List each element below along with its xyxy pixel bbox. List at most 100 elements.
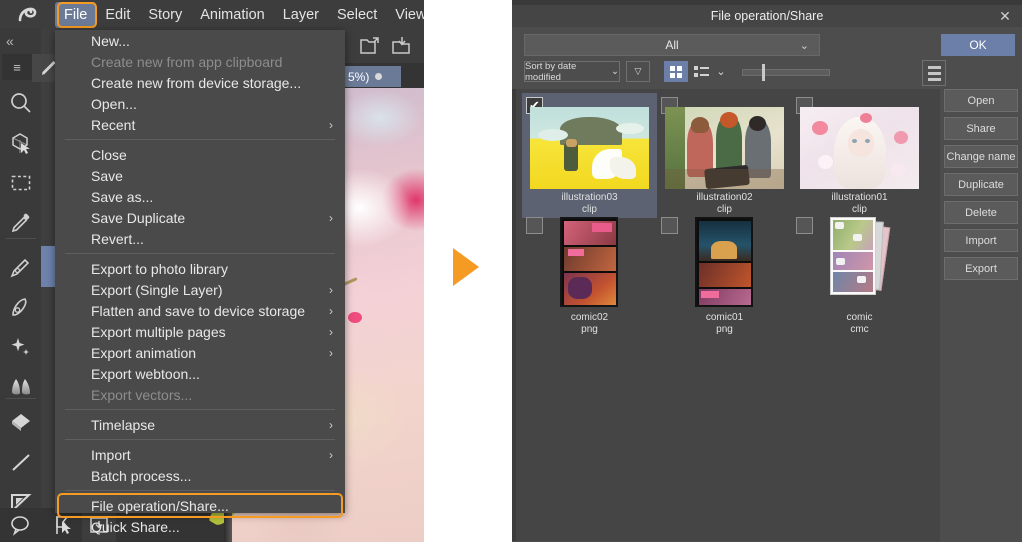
menu-item-export-multiple-pages[interactable]: Export multiple pages › [55,321,345,342]
chevron-right-icon: › [329,417,333,432]
share-button[interactable]: Share [944,117,1018,140]
menu-item-create-from-device-storage[interactable]: Create new from device storage... [55,72,345,93]
menu-item-new[interactable]: New... [55,30,345,51]
menu-item-open[interactable]: Open... [55,93,345,114]
zoom-level-indicator[interactable]: 5%) [345,66,401,87]
ok-button-label: OK [969,38,987,52]
file-checkbox[interactable] [661,217,678,234]
blend-tool[interactable] [0,366,41,407]
menu-item-export-to-photo-library[interactable]: Export to photo library [55,258,345,279]
menu-item-timelapse[interactable]: Timelapse › [55,414,345,435]
file-cell[interactable]: illustration01 clip [792,93,927,218]
file-thumbnail[interactable] [830,217,891,299]
file-checkbox[interactable] [796,217,813,234]
file-thumbnail[interactable] [695,217,753,307]
collapse-panel-button[interactable]: « [0,28,55,54]
thumbnail-size-slider-handle[interactable] [762,64,765,81]
menu-item-recent[interactable]: Recent › [55,114,345,135]
file-dropdown-menu[interactable]: New... Create new from app clipboard Cre… [55,30,345,535]
file-thumbnail[interactable] [800,107,919,189]
menu-item-flatten-and-save[interactable]: Flatten and save to device storage › [55,300,345,321]
duplicate-button[interactable]: Duplicate [944,173,1018,196]
menu-item-save[interactable]: Save [55,165,345,186]
eyedropper-tool[interactable] [0,202,41,243]
chevron-down-icon: ⌄ [611,66,619,77]
open-button[interactable]: Open [944,89,1018,112]
menu-item-export-animation[interactable]: Export animation › [55,342,345,363]
brush-tool[interactable] [0,286,41,327]
filter-select[interactable]: All ⌄ [524,34,820,56]
line-tool[interactable] [0,442,41,483]
menu-item-label: Create new from app clipboard [91,53,283,70]
file-thumbnail[interactable] [530,107,649,189]
chevron-right-icon: › [329,210,333,225]
menu-item-batch-process[interactable]: Batch process... [55,465,345,486]
export-button[interactable]: Export [944,257,1018,280]
file-checkbox[interactable] [526,217,543,234]
file-cell[interactable]: ✔ illustration03 clip [522,93,657,218]
view-options-chevron[interactable]: ⌄ [712,61,730,82]
file-cell[interactable]: illustration02 clip [657,93,792,218]
menu-divider [65,409,335,410]
selection-tool[interactable] [0,162,41,203]
menu-item-label: Export vectors... [91,386,193,403]
balloon-tool[interactable] [0,505,41,542]
file-cell[interactable]: comic cmc [792,213,927,338]
file-name: comic [846,312,873,323]
menu-item-export-single-layer[interactable]: Export (Single Layer) › [55,279,345,300]
fill-tool[interactable] [0,402,41,443]
file-thumbnail[interactable] [560,217,618,307]
menu-divider [65,439,335,440]
sort-select[interactable]: Sort by date modified ⌄ [524,61,620,83]
collapse-icon: « [6,33,14,49]
sort-direction-button[interactable]: ▽ [626,61,650,82]
chevron-right-icon: › [329,324,333,339]
pen-tool[interactable] [0,246,41,287]
flow-arrow-icon [453,248,479,286]
list-view-button[interactable] [690,61,712,82]
ok-button[interactable]: OK [941,34,1015,56]
menubar-item-animation[interactable]: Animation [191,4,273,26]
close-icon[interactable]: ✕ [995,6,1015,26]
line-icon [11,453,30,471]
file-name: illustration03 [561,192,618,203]
menu-item-save-duplicate[interactable]: Save Duplicate › [55,207,345,228]
dialog-menu-button[interactable] [922,60,946,86]
menu-item-import[interactable]: Import › [55,444,345,465]
tool-menu-button[interactable]: ≡ [2,54,32,80]
menubar-item-edit[interactable]: Edit [96,4,139,26]
menu-item-revert[interactable]: Revert... [55,228,345,249]
grid-view-button[interactable] [664,61,688,82]
blend-icon [11,378,30,394]
delete-button[interactable]: Delete [944,201,1018,224]
menubar-item-layer[interactable]: Layer [274,4,328,26]
chevron-down-icon: ⌄ [716,66,726,78]
menu-item-label: Revert... [91,230,144,247]
file-cell[interactable]: comic01 png [657,213,792,338]
menu-item-label: Open... [91,95,137,112]
menu-item-export-vectors: Export vectors... [55,384,345,405]
sparkle-icon [11,337,29,355]
open-folder-icon[interactable] [359,36,381,56]
menubar-item-story[interactable]: Story [139,4,191,26]
file-cell[interactable]: comic02 png [522,213,657,338]
file-thumbnail[interactable] [665,107,784,190]
menu-item-save-as[interactable]: Save as... [55,186,345,207]
chevron-right-icon: › [329,117,333,132]
menubar-item-view[interactable]: View [386,4,424,26]
menu-item-close[interactable]: Close [55,144,345,165]
menu-divider [65,490,335,491]
thumbnail-size-slider[interactable] [742,69,830,76]
save-icon[interactable] [391,36,413,56]
magnifier-tool[interactable] [0,82,41,123]
menu-item-label: New... [91,32,130,49]
menubar-item-file[interactable]: File [55,2,97,28]
decoration-tool[interactable] [0,326,41,367]
menu-item-quick-share[interactable]: Quick Share... [55,516,345,537]
menu-item-export-webtoon[interactable]: Export webtoon... [55,363,345,384]
import-button[interactable]: Import [944,229,1018,252]
menu-item-file-operation-share[interactable]: File operation/Share... [55,493,345,518]
menubar-item-select[interactable]: Select [328,4,386,26]
object-tool[interactable] [0,122,41,163]
change-name-button[interactable]: Change name [944,145,1018,168]
